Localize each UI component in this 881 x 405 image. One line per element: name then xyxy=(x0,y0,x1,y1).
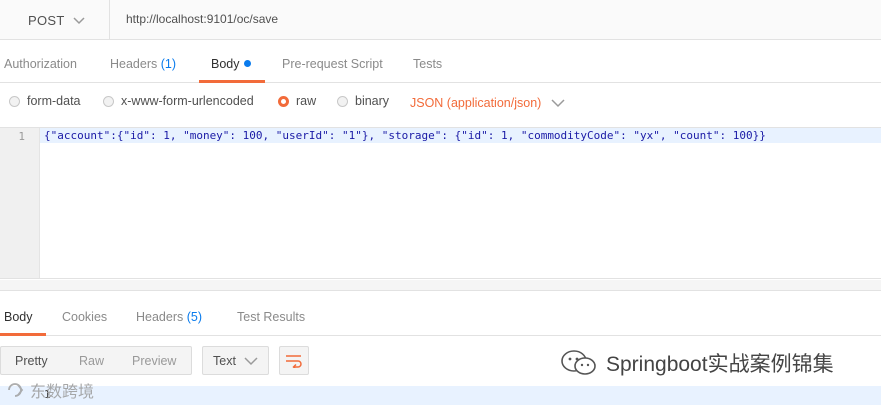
tab-prerequest-script[interactable]: Pre-request Script xyxy=(282,57,383,71)
radio-selected-icon xyxy=(278,95,289,107)
radio-binary[interactable]: binary xyxy=(337,94,389,108)
radio-circle-icon xyxy=(337,95,348,107)
tab-test-results-label: Test Results xyxy=(237,310,306,324)
radio-circle-icon xyxy=(9,95,20,107)
tab-response-headers-label: Headers xyxy=(136,310,184,324)
content-type-label: JSON (application/json) xyxy=(410,96,542,110)
radio-urlencoded-label: x-www-form-urlencoded xyxy=(121,94,254,108)
tab-prerequest-label: Pre-request Script xyxy=(282,57,383,71)
tab-authorization-label: Authorization xyxy=(4,57,77,71)
radio-binary-label: binary xyxy=(355,94,390,108)
corner-logo-icon xyxy=(8,383,24,397)
wrap-lines-icon xyxy=(286,354,302,368)
radio-form-data-label: form-data xyxy=(27,94,81,108)
chevron-down-icon xyxy=(73,17,85,25)
radio-circle-icon xyxy=(103,95,114,107)
tab-cookies[interactable]: Cookies xyxy=(62,310,107,324)
chevron-down-icon xyxy=(244,356,258,365)
line-number-gutter: 1 xyxy=(0,128,40,278)
format-label: Text xyxy=(213,353,236,368)
request-body-editor[interactable]: 1 {"account":{"id": 1, "money": 100, "us… xyxy=(0,127,881,279)
radio-form-data[interactable]: form-data xyxy=(9,94,81,108)
tab-body-label: Body xyxy=(211,57,240,71)
view-pretty-button[interactable]: Pretty xyxy=(15,354,48,368)
wrap-lines-button[interactable] xyxy=(279,346,309,375)
line-number: 1 xyxy=(18,130,25,143)
pane-divider[interactable] xyxy=(0,280,881,291)
postman-window: POST http://localhost:9101/oc/save Autho… xyxy=(0,0,881,405)
response-tabs: Body Cookies Headers (5) Test Results xyxy=(0,292,881,336)
tab-tests[interactable]: Tests xyxy=(413,57,442,71)
tab-response-body-label: Body xyxy=(4,310,33,324)
tab-tests-label: Tests xyxy=(413,57,443,71)
tab-test-results[interactable]: Test Results xyxy=(237,310,305,324)
headers-count-badge: (1) xyxy=(160,57,177,71)
radio-raw-label: raw xyxy=(296,94,317,108)
url-bar: POST http://localhost:9101/oc/save xyxy=(0,0,881,40)
corner-watermark-text: 东数跨境 xyxy=(30,384,95,401)
tab-headers[interactable]: Headers (1) xyxy=(110,57,176,71)
tab-body[interactable]: Body xyxy=(211,57,251,71)
body-type-selector: form-data x-www-form-urlencoded raw bina… xyxy=(0,84,881,126)
active-tab-underline xyxy=(199,80,265,83)
content-type-dropdown[interactable]: JSON (application/json) xyxy=(410,96,565,110)
tab-cookies-label: Cookies xyxy=(62,310,108,324)
active-tab-underline xyxy=(0,333,46,336)
request-tabs: Authorization Headers (1) Body Pre-reque… xyxy=(0,40,881,83)
tab-authorization[interactable]: Authorization xyxy=(4,57,77,71)
channel-watermark-text: Springboot实战案例锦集 xyxy=(606,353,834,376)
wechat-logo-icon xyxy=(561,350,596,375)
response-body-viewer[interactable]: 1 xyxy=(0,386,881,405)
format-dropdown[interactable]: Text xyxy=(202,346,269,375)
corner-watermark: 东数跨境 xyxy=(6,378,94,402)
method-label: POST xyxy=(28,12,65,28)
chevron-down-icon xyxy=(551,99,565,108)
view-raw-button[interactable]: Raw xyxy=(79,354,104,368)
view-mode-segmented-control: Pretty Raw Preview xyxy=(0,346,192,375)
channel-watermark: Springboot实战案例锦集 xyxy=(560,348,834,378)
editor-code-line[interactable]: {"account":{"id": 1, "money": 100, "user… xyxy=(44,129,766,142)
tab-headers-label: Headers xyxy=(110,57,158,71)
radio-raw[interactable]: raw xyxy=(278,94,316,108)
body-modified-dot-icon xyxy=(243,60,251,67)
tab-response-headers[interactable]: Headers (5) xyxy=(136,310,202,324)
view-preview-button[interactable]: Preview xyxy=(132,354,176,368)
radio-urlencoded[interactable]: x-www-form-urlencoded xyxy=(103,94,254,108)
tab-response-body[interactable]: Body xyxy=(4,310,33,324)
method-dropdown[interactable]: POST xyxy=(0,0,110,40)
response-headers-count-badge: (5) xyxy=(186,310,203,324)
url-input[interactable]: http://localhost:9101/oc/save xyxy=(126,12,278,26)
